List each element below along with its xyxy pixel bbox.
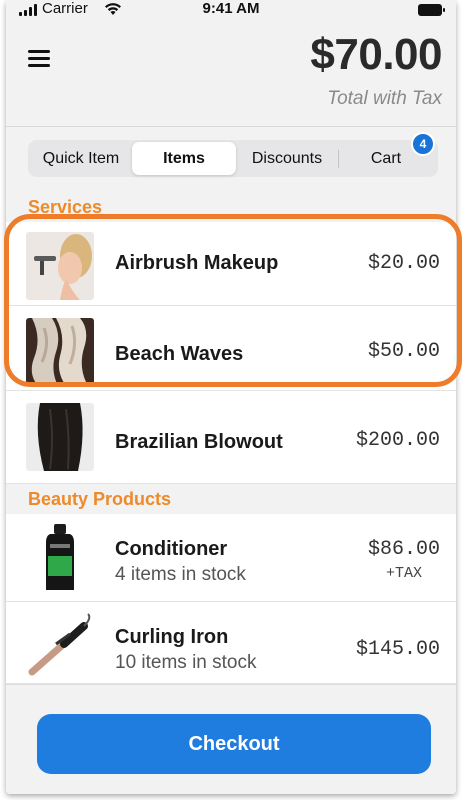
section-header-services: Services xyxy=(6,192,456,222)
tab-quick-item[interactable]: Quick Item xyxy=(30,142,132,175)
list-item-conditioner[interactable]: Conditioner 4 items in stock $86.00 +TAX xyxy=(6,514,456,602)
item-price: $20.00 xyxy=(367,252,440,275)
airbrush-makeup-thumbnail xyxy=(26,232,94,300)
tab-discounts[interactable]: Discounts xyxy=(236,142,338,175)
cart-count-badge: 4 xyxy=(411,132,435,156)
status-bar: Carrier 9:41 AM xyxy=(6,0,456,22)
total-label: Total with Tax xyxy=(327,88,442,109)
list-item-brazilian-blowout[interactable]: Brazilian Blowout $200.00 xyxy=(6,391,456,484)
item-name: Airbrush Makeup xyxy=(115,252,279,274)
item-stock: 4 items in stock xyxy=(115,564,246,585)
item-name: Brazilian Blowout xyxy=(115,431,283,453)
checkout-button[interactable]: Checkout xyxy=(37,714,431,774)
status-time: 9:41 AM xyxy=(202,0,260,17)
tab-items[interactable]: Items xyxy=(132,142,236,175)
curling-iron-thumbnail xyxy=(26,612,94,680)
header-divider xyxy=(6,126,456,127)
item-stock: 10 items in stock xyxy=(115,652,257,673)
item-price: $145.00 xyxy=(355,638,440,661)
item-tax-note: +TAX xyxy=(385,565,422,582)
item-price: $86.00 xyxy=(367,538,440,561)
hamburger-menu-icon[interactable] xyxy=(28,50,50,68)
beach-waves-thumbnail xyxy=(26,318,94,386)
item-name: Conditioner xyxy=(115,538,228,560)
item-name: Curling Iron xyxy=(115,626,229,648)
order-total: $70.00 xyxy=(310,30,442,79)
tab-cart-label: Cart xyxy=(370,149,402,167)
section-header-beauty-products: Beauty Products xyxy=(6,484,456,514)
list-item-beach-waves[interactable]: Beach Waves $50.00 xyxy=(6,306,456,391)
tab-bar: Quick Item Items Discounts Cart 4 xyxy=(28,132,438,177)
conditioner-thumbnail xyxy=(26,524,94,592)
list-item-airbrush-makeup[interactable]: Airbrush Makeup $20.00 xyxy=(6,222,456,306)
item-price: $50.00 xyxy=(367,340,440,363)
brazilian-blowout-thumbnail xyxy=(26,403,94,471)
app-screen: Carrier 9:41 AM $70.00 Total with Tax Qu… xyxy=(6,0,456,794)
item-price: $200.00 xyxy=(355,429,440,452)
battery-icon xyxy=(418,4,445,16)
list-item-curling-iron[interactable]: Curling Iron 10 items in stock $145.00 xyxy=(6,602,456,684)
item-name: Beach Waves xyxy=(115,343,244,365)
tab-cart[interactable]: Cart 4 xyxy=(339,132,435,175)
